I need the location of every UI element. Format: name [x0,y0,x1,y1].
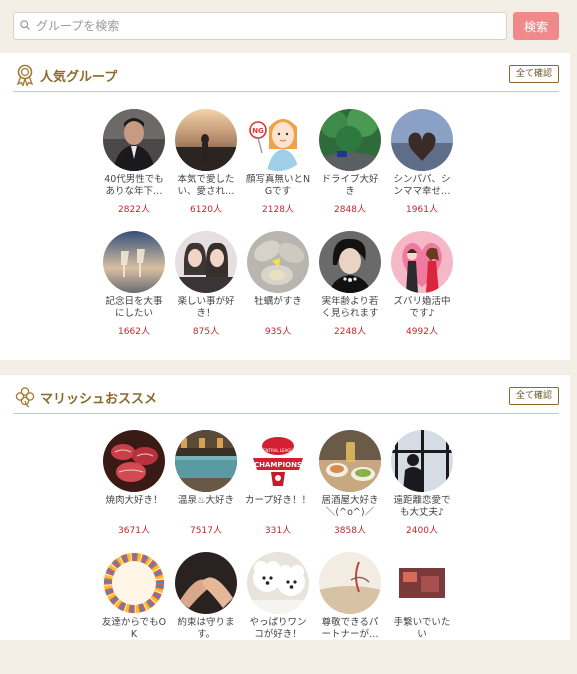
group-item[interactable]: シンパパ、シンママ幸せ… 1961人 [386,109,458,231]
group-thumbnail [247,231,309,293]
search-input[interactable] [36,13,496,39]
svg-text:CENTRAL LEAGUE: CENTRAL LEAGUE [260,448,296,453]
group-name: 温泉♨大好き [177,495,235,506]
group-item[interactable]: CENTRAL LEAGUE CHAMPIONS カープ好き！！ 331人 [242,430,314,552]
member-count: 331人 [264,526,292,536]
search-field[interactable] [13,12,507,40]
medal-icon [16,64,34,86]
group-item[interactable]: 牡蠣がすき 935人 [242,231,314,353]
recommended-groups-section: マリッシュおススメ 全て確認 焼肉大好き！ 3671人 温泉♨大好き 7517人 [0,375,577,640]
member-count: 2128人 [262,205,294,215]
member-count: 6120人 [190,205,222,215]
svg-text:NG: NG [252,127,264,135]
group-thumbnail [103,109,165,171]
group-item[interactable]: ズバリ婚活中です♪ 4992人 [386,231,458,353]
group-name: 記念日を大事にしたい [105,296,163,319]
group-name: 遠距離恋愛でも大丈夫♪ [393,495,451,518]
member-count: 1662人 [118,327,150,337]
group-item[interactable]: 40代男性でもありな年下… 2822人 [98,109,170,231]
member-count: 1961人 [406,205,438,215]
group-grid: 焼肉大好き！ 3671人 温泉♨大好き 7517人 CENTRAL LEAGUE… [98,430,458,674]
group-item[interactable]: NG 顔写真無いとNGです 2128人 [242,109,314,231]
group-thumbnail [175,552,237,614]
group-thumbnail [175,430,237,492]
group-thumbnail [175,109,237,171]
group-item[interactable]: 本気で愛したい、愛され… 6120人 [170,109,242,231]
group-thumbnail: CENTRAL LEAGUE CHAMPIONS [247,430,309,492]
group-thumbnail [391,109,453,171]
group-item[interactable]: 尊敬できるパートナーが… [314,552,386,674]
group-thumbnail [103,231,165,293]
see-all-button[interactable]: 全て確認 [508,65,559,83]
member-count: 3858人 [334,526,366,536]
group-name: 牡蠣がすき [254,296,302,307]
group-name: やっぱりワンコが好き！ [249,617,307,640]
group-item[interactable]: ドライブ大好き 2848人 [314,109,386,231]
group-thumbnail [247,552,309,614]
group-thumbnail [319,552,381,614]
section-title: マリッシュおススメ [40,392,158,407]
group-name: 実年齢より若く見られます [321,296,379,319]
group-thumbnail [391,552,453,614]
see-all-button[interactable]: 全て確認 [508,387,559,405]
member-count: 2822人 [118,205,150,215]
section-header: 人気グループ 全て確認 [13,63,559,92]
group-thumbnail [175,231,237,293]
search-icon [20,20,30,30]
group-name: ズバリ婚活中です♪ [393,296,451,319]
search-button[interactable]: 検索 [513,12,559,40]
member-count: 935人 [264,327,292,337]
svg-text:CHAMPIONS: CHAMPIONS [254,461,302,469]
group-item[interactable]: 楽しい事が好き！ 875人 [170,231,242,353]
group-grid: 40代男性でもありな年下… 2822人 本気で愛したい、愛され… 6120人 N… [98,109,458,353]
section-header: マリッシュおススメ 全て確認 [13,385,559,414]
group-thumbnail [319,231,381,293]
group-item[interactable]: 居酒屋大好き＼(^o^)／ 3858人 [314,430,386,552]
group-item[interactable]: 焼肉大好き！ 3671人 [98,430,170,552]
group-thumbnail [103,552,165,614]
group-name: 約束は守ります。 [177,617,235,640]
group-thumbnail [319,430,381,492]
member-count: 7517人 [190,526,222,536]
group-name: 友達からでもOK [101,617,167,640]
group-item[interactable]: 友達からでもOK [98,552,170,674]
popular-groups-section: 人気グループ 全て確認 40代男性でもありな年下… 2822人 本気で愛したい、… [0,53,577,360]
group-item[interactable]: 温泉♨大好き 7517人 [170,430,242,552]
group-name: ドライブ大好き [321,174,379,197]
member-count: 4992人 [406,327,438,337]
group-name: 居酒屋大好き＼(^o^)／ [321,495,379,518]
group-thumbnail [103,430,165,492]
group-thumbnail [391,430,453,492]
group-name: 焼肉大好き！ [105,495,163,506]
group-item[interactable]: 約束は守ります。 [170,552,242,674]
section-divider [0,360,577,375]
section-title: 人気グループ [40,70,118,85]
search-bar: 検索 [0,0,577,52]
member-count: 2848人 [334,205,366,215]
clover-icon [15,387,35,408]
group-thumbnail: NG [247,109,309,171]
group-item[interactable]: 記念日を大事にしたい 1662人 [98,231,170,353]
group-name: 40代男性でもありな年下… [104,174,164,197]
group-item[interactable]: 実年齢より若く見られます 2248人 [314,231,386,353]
group-name: 尊敬できるパートナーが… [321,617,379,640]
member-count: 2400人 [406,526,438,536]
group-item[interactable]: 手繋いでいたい [386,552,458,674]
group-name: カープ好き！！ [245,495,311,506]
group-name: 楽しい事が好き！ [177,296,235,319]
scrollbar-track [570,53,577,640]
group-name: シンパパ、シンママ幸せ… [393,174,451,197]
group-thumbnail [391,231,453,293]
group-item[interactable]: やっぱりワンコが好き！ [242,552,314,674]
group-name: 手繋いでいたい [393,617,451,640]
group-item[interactable]: 遠距離恋愛でも大丈夫♪ 2400人 [386,430,458,552]
member-count: 2248人 [334,327,366,337]
group-name: 顔写真無いとNGです [245,174,311,197]
group-name: 本気で愛したい、愛され… [177,174,235,197]
member-count: 875人 [192,327,220,337]
group-thumbnail [319,109,381,171]
member-count: 3671人 [118,526,150,536]
